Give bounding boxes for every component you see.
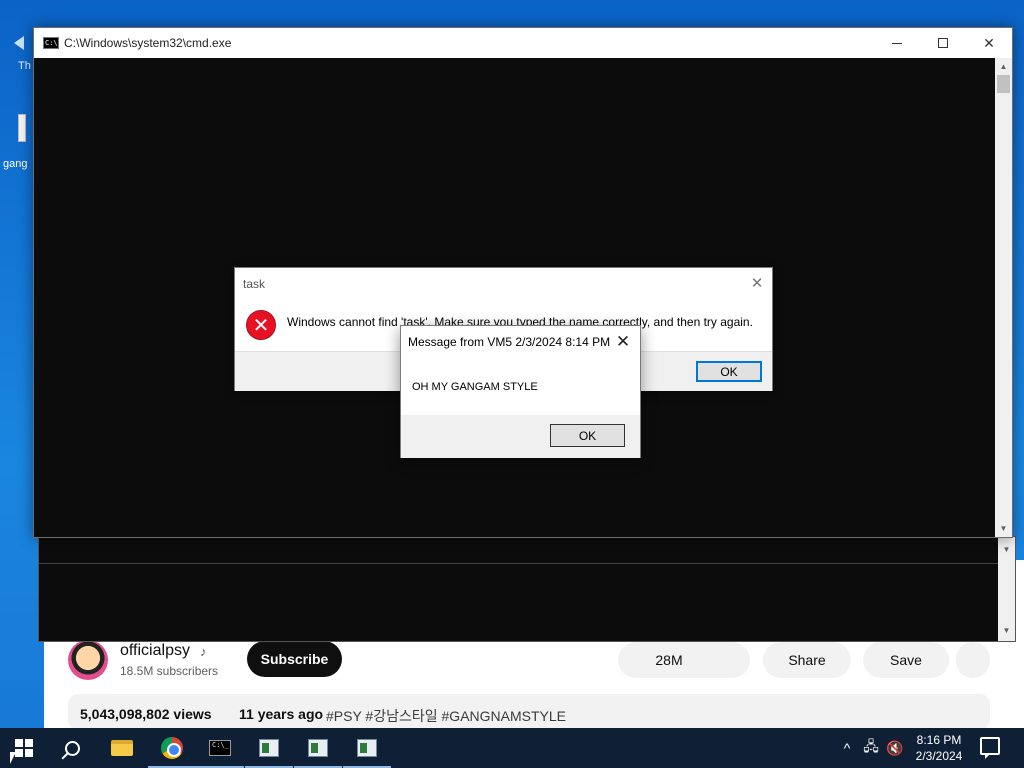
share-button[interactable]: Share [763, 642, 851, 678]
like-button[interactable]: 28M [618, 642, 750, 678]
channel-avatar[interactable] [68, 640, 108, 680]
app-taskbar-button[interactable] [245, 728, 293, 768]
divider [39, 563, 999, 564]
chrome-button[interactable] [148, 728, 196, 768]
terminal-icon: C:\_ [209, 740, 231, 756]
subscribe-button[interactable]: Subscribe [247, 641, 342, 677]
notification-icon[interactable] [980, 737, 1000, 759]
subscriber-count: 18.5M subscribers [120, 664, 219, 678]
scroll-down-icon[interactable]: ▼ [998, 622, 1015, 639]
folder-icon [111, 740, 133, 756]
scroll-thumb[interactable] [997, 75, 1010, 93]
start-button[interactable] [0, 728, 48, 768]
cmd-app-icon: C:\ [43, 37, 59, 49]
video-description[interactable]: 5,043,098,802 views 11 years ago #PSY #강… [68, 694, 990, 730]
error-icon: ✕ [246, 310, 276, 340]
close-icon: ✕ [983, 34, 995, 51]
app-taskbar-button[interactable] [343, 728, 391, 768]
taskbar: C:\_ ^ 🖧 🔇 8:16 PM 2/3/2024 [0, 728, 1024, 768]
hashtags[interactable]: #PSY #강남스타일 #GANGNAMSTYLE [326, 706, 566, 726]
chrome-icon [161, 737, 183, 759]
windows-logo-icon [15, 739, 33, 757]
scrollbar[interactable]: ▼ ▼ [998, 537, 1015, 641]
file-explorer-button[interactable] [98, 728, 146, 768]
music-note-icon: ♪ [200, 644, 207, 659]
title-bar[interactable]: C:\ C:\Windows\system32\cmd.exe ✕ [34, 28, 1012, 58]
popup-title: Message from VM5 2/3/2024 8:14 PM [408, 335, 611, 349]
ok-button[interactable]: OK [550, 424, 625, 447]
clock-date: 2/3/2024 [915, 749, 963, 763]
search-icon [64, 740, 80, 756]
channel-name[interactable]: officialpsy [120, 642, 190, 660]
scrollbar[interactable]: ▲ ▼ [995, 58, 1012, 537]
scroll-down-icon[interactable]: ▼ [995, 520, 1012, 537]
app-taskbar-button[interactable] [294, 728, 342, 768]
cmd-taskbar-button[interactable]: C:\_ [196, 728, 244, 768]
mouse-cursor-icon [10, 752, 16, 764]
more-actions-button[interactable] [956, 642, 990, 678]
clock-time: 8:16 PM [916, 733, 962, 747]
desktop-file-icon[interactable] [18, 114, 26, 142]
dialog-title: task [243, 277, 266, 291]
maximize-icon [938, 38, 948, 48]
tray-chevron-icon[interactable]: ^ [836, 728, 858, 768]
close-button[interactable]: ✕ [742, 268, 772, 298]
app-window-icon [308, 739, 328, 757]
app-window-icon [357, 739, 377, 757]
save-button[interactable]: Save [863, 642, 949, 678]
network-icon[interactable]: 🖧 [860, 728, 882, 768]
ok-button[interactable]: OK [696, 361, 762, 382]
like-count: 28M [655, 652, 683, 668]
popup-message: OH MY GANGAM STYLE [412, 381, 538, 393]
volume-muted-icon[interactable]: 🔇 [884, 728, 906, 768]
upload-age: 11 years ago [239, 706, 324, 722]
close-icon: ✕ [750, 275, 764, 292]
scroll-up-icon[interactable]: ▲ [995, 58, 1012, 75]
maximize-button[interactable] [920, 28, 966, 58]
app-window-icon [259, 739, 279, 757]
system-clock[interactable]: 8:16 PM 2/3/2024 [905, 732, 973, 764]
desktop-icon-label: Th [18, 60, 31, 72]
window-title: C:\Windows\system32\cmd.exe [64, 36, 232, 50]
search-button[interactable] [48, 728, 96, 768]
close-button[interactable]: ✕ [966, 28, 1012, 58]
close-icon: ✕ [615, 332, 631, 351]
message-popup[interactable]: Message from VM5 2/3/2024 8:14 PM ✕ OH M… [400, 325, 641, 458]
minimize-icon [892, 42, 902, 44]
close-button[interactable]: ✕ [612, 330, 634, 354]
background-console-window[interactable]: ▼ ▼ [38, 536, 1016, 642]
desktop-arrow-icon [14, 36, 24, 50]
scroll-down-icon[interactable]: ▼ [998, 541, 1015, 558]
popup-footer: OK [401, 415, 640, 458]
minimize-button[interactable] [874, 28, 920, 58]
desktop-icon-label[interactable]: gang [3, 158, 27, 170]
view-count: 5,043,098,802 views [80, 706, 212, 722]
